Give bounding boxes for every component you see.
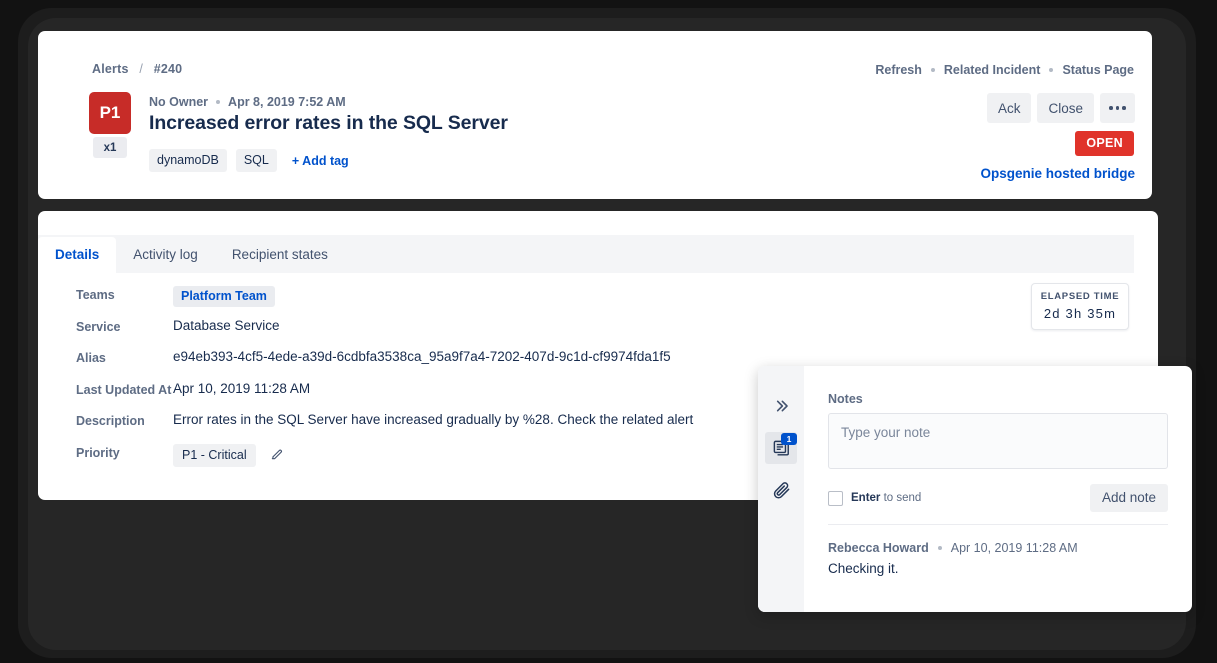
screen: Alerts / #240 P1 x1 No Owner Apr 8, 2019…: [0, 0, 1217, 663]
related-incident-link[interactable]: Related Incident: [944, 63, 1041, 77]
detail-label: Service: [76, 319, 121, 334]
detail-label: Priority: [76, 445, 120, 460]
detail-value: Error rates in the SQL Server have incre…: [173, 412, 694, 427]
alert-owner: No Owner: [149, 95, 209, 109]
tab-activity-log[interactable]: Activity log: [116, 237, 215, 273]
detail-row-teams: Teams Platform Team: [38, 285, 1134, 317]
tag-list: dynamoDB SQL + Add tag: [149, 149, 349, 172]
detail-label: Alias: [76, 351, 106, 365]
ellipsis-icon: [1109, 106, 1113, 110]
breadcrumb: Alerts / #240: [92, 62, 182, 76]
edit-pencil-icon[interactable]: [270, 447, 284, 464]
collapse-panel-button[interactable]: [765, 390, 797, 422]
header-links: Refresh Related Incident Status Page: [875, 63, 1134, 77]
detail-row-service: Service Database Service: [38, 317, 1134, 349]
notes-content: Notes Enter to send Add note Rebecca How…: [804, 366, 1192, 612]
hosted-bridge-link[interactable]: Opsgenie hosted bridge: [980, 166, 1135, 181]
ellipsis-icon: [1115, 106, 1120, 110]
team-chip[interactable]: Platform Team: [173, 286, 275, 307]
detail-value: Apr 10, 2019 11:28 AM: [173, 380, 311, 396]
to-send-label: to send: [883, 492, 922, 504]
close-button[interactable]: Close: [1037, 93, 1094, 123]
tag-chip[interactable]: SQL: [235, 149, 277, 172]
status-badge: OPEN: [1075, 131, 1134, 156]
detail-value: P1 - Critical: [173, 443, 284, 467]
notes-icon-rail: 1: [758, 366, 804, 612]
detail-value: Database Service: [173, 317, 280, 333]
note-author: Rebecca Howard: [828, 541, 929, 555]
note-list-item: Rebecca Howard Apr 10, 2019 11:28 AM Che…: [828, 541, 1168, 576]
detail-label: Last Updated At: [76, 382, 172, 397]
note-timestamp: Apr 10, 2019 11:28 AM: [950, 541, 1078, 555]
note-input[interactable]: [828, 413, 1168, 469]
note-controls: Enter to send Add note: [828, 484, 1168, 525]
add-tag-button[interactable]: + Add tag: [292, 154, 349, 168]
alert-created-at: Apr 8, 2019 7:52 AM: [228, 95, 346, 109]
separator-dot-icon: [937, 546, 942, 550]
status-page-link[interactable]: Status Page: [1062, 63, 1134, 77]
tab-bar: Details Activity log Recipient states: [38, 235, 1134, 273]
priority-chip: P1 - Critical: [173, 443, 256, 467]
enter-to-send-toggle[interactable]: Enter to send: [828, 490, 921, 506]
enter-to-send-checkbox[interactable]: [828, 490, 843, 506]
breadcrumb-current: #240: [153, 62, 183, 76]
separator-dot-icon: [930, 68, 935, 72]
attachments-tab-button[interactable]: [765, 474, 797, 506]
notes-count-badge: 1: [781, 433, 797, 445]
breadcrumb-separator: /: [139, 62, 144, 76]
separator-dot-icon: [216, 100, 221, 104]
tab-details[interactable]: Details: [38, 237, 117, 273]
detail-value: e94eb393-4cf5-4ede-a39d-6cdbfa3538ca_95a…: [173, 349, 671, 364]
notes-tab-button[interactable]: 1: [765, 432, 797, 464]
detail-label: Description: [76, 414, 145, 428]
refresh-link[interactable]: Refresh: [875, 63, 922, 77]
enter-to-send-label: Enter to send: [851, 492, 921, 504]
breadcrumb-alerts-link[interactable]: Alerts: [92, 62, 129, 76]
ellipsis-icon: [1122, 106, 1126, 110]
detail-label: Teams: [76, 288, 115, 302]
separator-dot-icon: [1049, 68, 1054, 72]
tag-chip[interactable]: dynamoDB: [149, 149, 227, 172]
ack-button[interactable]: Ack: [986, 93, 1032, 123]
more-actions-button[interactable]: [1100, 93, 1135, 123]
enter-key-label: Enter: [851, 492, 881, 504]
notes-panel: 1 Notes Enter to send Add note Rebecc: [758, 366, 1192, 612]
note-text: Checking it.: [828, 561, 899, 576]
notes-heading: Notes: [828, 392, 863, 406]
occurrence-count-badge: x1: [93, 137, 127, 158]
header-actions: Ack Close: [986, 93, 1135, 123]
note-entry-meta: Rebecca Howard Apr 10, 2019 11:28 AM: [828, 541, 1168, 555]
priority-badge: P1: [89, 92, 131, 134]
add-note-button[interactable]: Add note: [1089, 484, 1168, 512]
alert-meta: No Owner Apr 8, 2019 7:52 AM: [149, 95, 346, 109]
page-title: Increased error rates in the SQL Server: [149, 112, 508, 134]
detail-value: Platform Team: [173, 285, 275, 307]
alert-header-card: Alerts / #240 P1 x1 No Owner Apr 8, 2019…: [38, 31, 1152, 199]
tab-recipient-states[interactable]: Recipient states: [215, 237, 345, 273]
